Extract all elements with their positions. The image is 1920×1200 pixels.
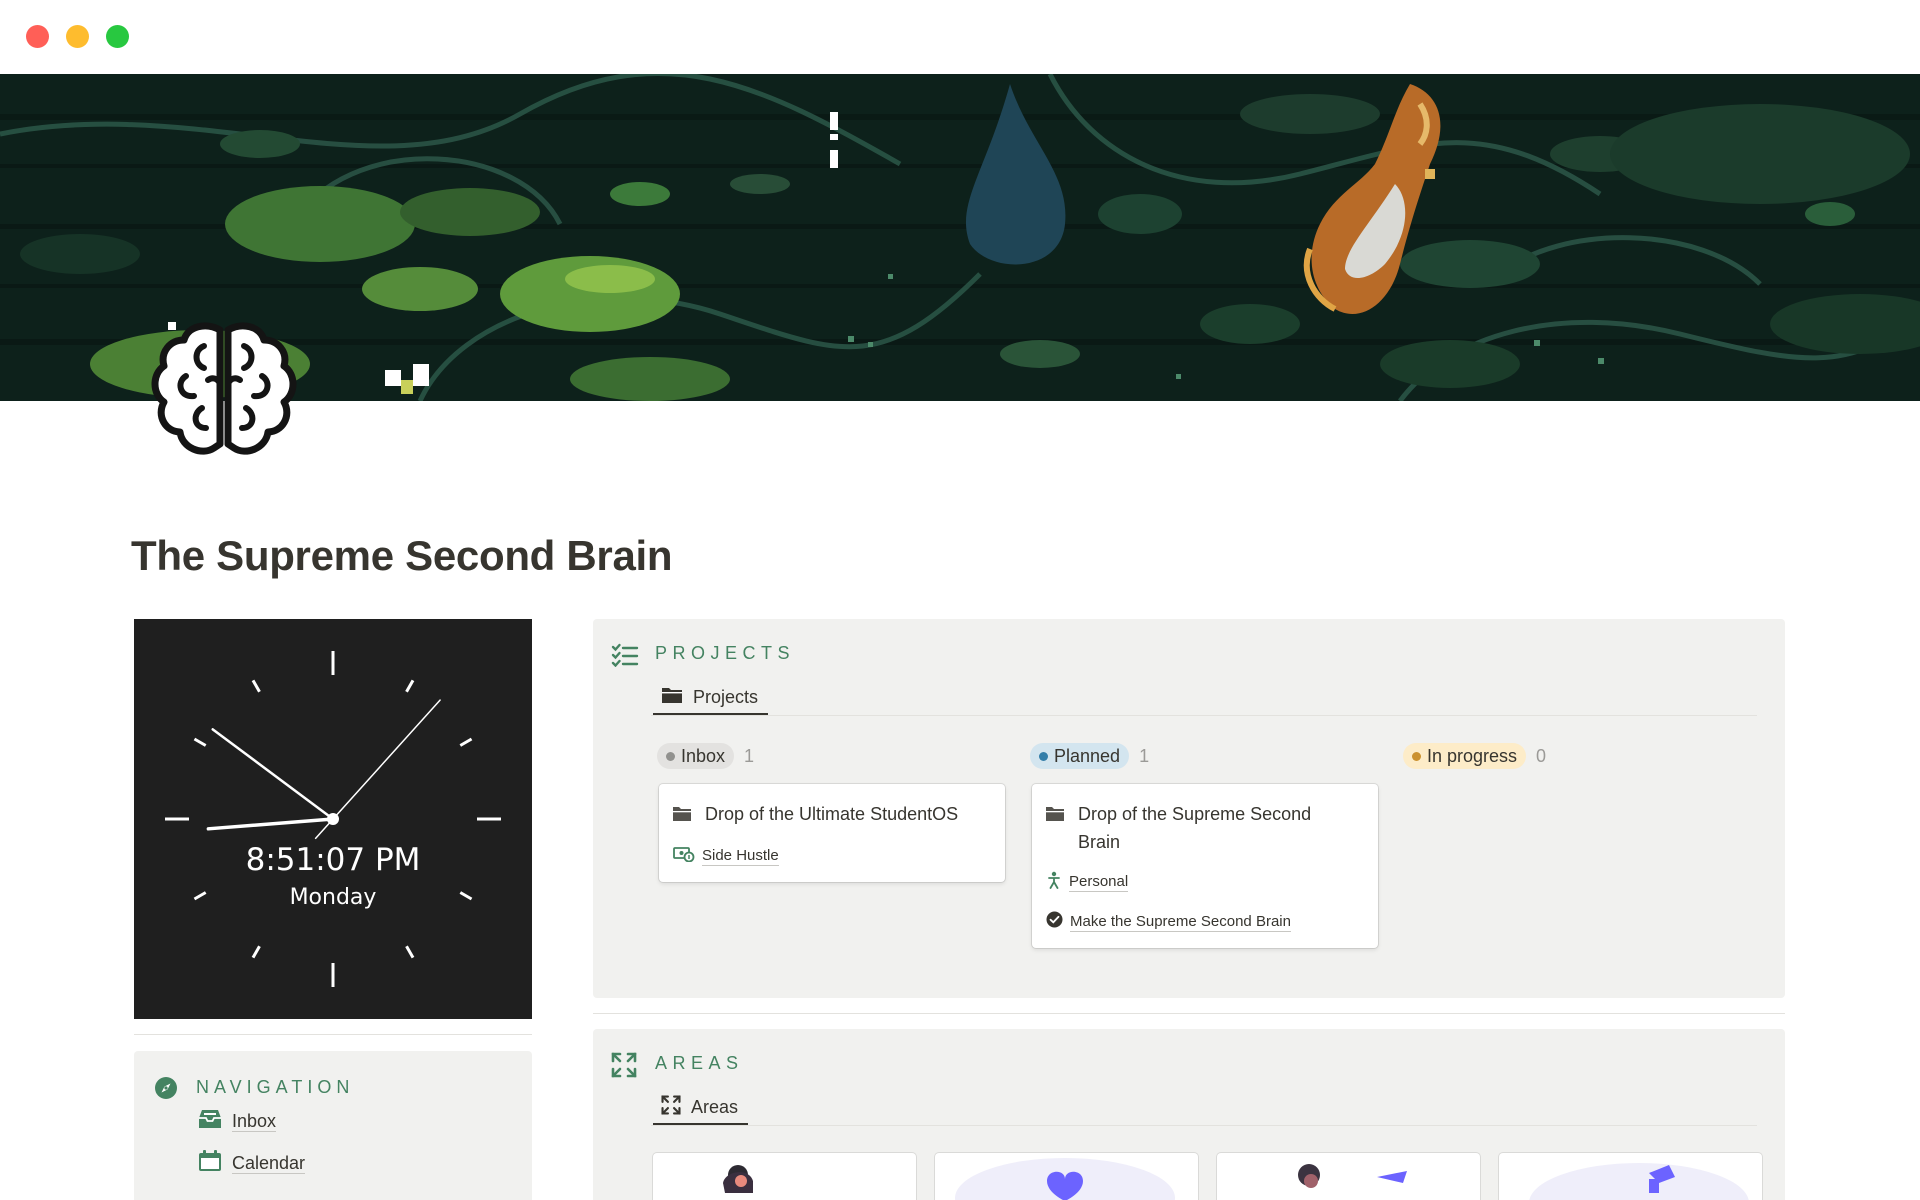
status-badge[interactable]: In progress [1403, 743, 1527, 769]
relation-label: Make the Supreme Second Brain [1070, 912, 1291, 932]
check-circle-icon [1046, 911, 1063, 933]
clock-widget: 8:51:07 PM Monday [134, 619, 532, 1019]
view-tab-label: Areas [691, 1096, 739, 1117]
areas-heading: AREAS [655, 1053, 744, 1073]
area-card[interactable] [935, 1153, 1198, 1200]
relation-label: Personal [1069, 872, 1129, 892]
areas-section: AREAS Areas [593, 1029, 1785, 1200]
project-card-title: Drop of the Ultimate StudentOS [705, 804, 959, 824]
status-badge[interactable]: Inbox [657, 743, 735, 769]
card-goal-relation[interactable]: Make the Supreme Second Brain [1046, 911, 1291, 933]
card-area-relation[interactable]: Personal [1046, 871, 1129, 894]
tab-areas-view[interactable]: Areas [653, 1091, 749, 1125]
clock-tick-mark [251, 679, 261, 693]
person-icon [1046, 871, 1062, 894]
status-dot [1412, 751, 1421, 761]
zoom-window-button[interactable] [106, 25, 129, 48]
group-count: 1 [744, 745, 755, 766]
compass-icon [154, 1076, 178, 1105]
folder-icon [1045, 806, 1065, 827]
group-count: 0 [1536, 745, 1547, 766]
nav-item-calendar[interactable]: Calendar [198, 1149, 306, 1177]
nav-item-label: Calendar [232, 1152, 306, 1174]
relation-label: Side Hustle [702, 846, 779, 866]
clock-center-pin [327, 813, 339, 825]
clock-tick-mark [251, 945, 261, 959]
tab-divider [651, 715, 1757, 716]
folder-icon [672, 806, 692, 827]
window-titlebar [0, 0, 1920, 74]
board-group-in-progress: In progress 0 [1403, 743, 1546, 769]
clock-time-text: 8:51:07 PM [245, 842, 421, 878]
board-group-planned: Planned 1 [1030, 743, 1149, 769]
clock-minute-hand [211, 728, 335, 821]
folder-icon [661, 686, 683, 709]
tab-projects-view[interactable]: Projects [653, 681, 769, 715]
projects-heading: PROJECTS [655, 643, 796, 663]
clock-tick-mark [405, 945, 415, 959]
status-badge[interactable]: Planned [1030, 743, 1130, 769]
board-group-inbox: Inbox 1 [657, 743, 754, 769]
page-title[interactable]: The Supreme Second Brain [131, 532, 673, 580]
view-tab-label: Projects [693, 686, 759, 707]
area-card[interactable] [653, 1153, 916, 1200]
calendar-icon [198, 1149, 222, 1177]
clock-hour-hand [206, 817, 335, 831]
project-card-title: Drop of the Supreme Second Brain [1078, 804, 1312, 852]
status-dot [1039, 751, 1048, 761]
money-icon [673, 846, 695, 867]
divider [134, 1034, 532, 1035]
divider [593, 1013, 1785, 1014]
checklist-icon [611, 643, 639, 672]
status-label: Inbox [681, 745, 726, 766]
navigation-callout: NAVIGATION Inbox Calendar [134, 1051, 532, 1200]
nav-item-label: Inbox [232, 1110, 277, 1132]
project-card[interactable]: Drop of the Ultimate StudentOS Side Hust… [659, 784, 1005, 882]
clock-tick-mark [193, 737, 207, 747]
brain-icon[interactable] [148, 316, 300, 464]
projects-section: PROJECTS Projects Inbox 1 Planned 1 In p… [593, 619, 1785, 998]
expand-arrows-icon [661, 1094, 681, 1120]
clock-tick-mark [405, 679, 415, 693]
area-card[interactable] [1499, 1153, 1762, 1200]
status-label: Planned [1054, 745, 1121, 766]
group-count: 1 [1139, 745, 1150, 766]
nav-item-inbox[interactable]: Inbox [198, 1108, 277, 1135]
card-area-relation[interactable]: Side Hustle [673, 845, 779, 867]
project-card[interactable]: Drop of the Supreme Second Brain Persona… [1032, 784, 1378, 948]
area-card[interactable] [1217, 1153, 1480, 1200]
inbox-tray-icon [198, 1108, 222, 1135]
tab-divider [651, 1125, 1757, 1126]
status-dot [666, 751, 675, 761]
clock-day-text: Monday [289, 885, 377, 910]
navigation-heading: NAVIGATION [196, 1077, 355, 1097]
close-window-button[interactable] [26, 25, 49, 48]
minimize-window-button[interactable] [66, 25, 89, 48]
status-label: In progress [1427, 745, 1518, 766]
clock-tick-mark [459, 737, 473, 747]
expand-arrows-icon [611, 1052, 637, 1083]
